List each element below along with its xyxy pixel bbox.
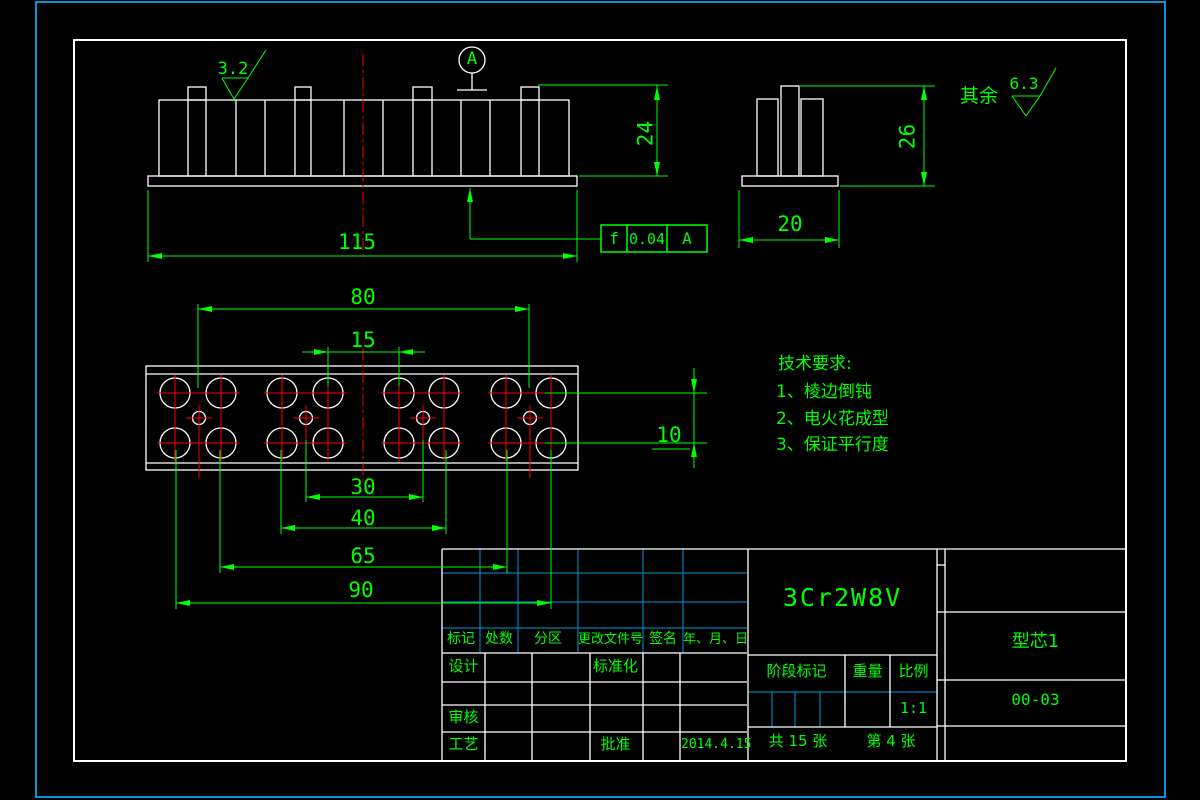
dimension-lines: [147, 49, 1057, 609]
tb-role-design: 设计: [448, 657, 479, 675]
tb-sheet-total: 共 15 张: [768, 732, 828, 750]
dim-15: 15: [350, 328, 376, 352]
dim-26: 26: [895, 123, 920, 150]
side-view-geometry: [741, 85, 839, 187]
tb-part-name: 型芯1: [1011, 631, 1060, 652]
centerlines: [157, 54, 569, 482]
datum-a-label: A: [466, 49, 478, 69]
fcf-datum: A: [682, 229, 692, 248]
tech-req-title: 技术要求:: [778, 354, 852, 374]
tb-sheet-number: 第 4 张: [866, 732, 916, 750]
roughness-rest-label: 其余: [960, 85, 999, 107]
tb-stage-mark: 阶段标记: [766, 662, 827, 680]
roughness-rest-value: 6.3: [1009, 74, 1039, 93]
tb-header-signature: 签名: [649, 631, 677, 647]
fcf-symbol: f: [609, 229, 619, 248]
tb-header-mark: 标记: [447, 631, 475, 647]
dim-65: 65: [350, 544, 376, 568]
tb-drawing-number: 00-03: [1011, 690, 1060, 709]
cad-drawing-canvas: 3.2 A 24 115 f 0.04 A 26 20 其余 6.3 80 15…: [0, 0, 1200, 800]
tb-scale-value: 1:1: [899, 699, 928, 717]
tb-role-process: 工艺: [448, 735, 479, 753]
tb-header-date: 年、月、日: [683, 632, 749, 647]
dim-20: 20: [777, 212, 803, 236]
dim-115: 115: [338, 230, 376, 254]
tech-req-item: 1、棱边倒钝: [776, 382, 872, 402]
tb-scale-label: 比例: [898, 662, 929, 680]
dim-10: 10: [656, 423, 682, 447]
dim-40: 40: [350, 506, 376, 530]
tb-header-change-file: 更改文件号: [578, 632, 644, 647]
fcf-tolerance: 0.04: [628, 230, 666, 248]
tb-role-approve: 批准: [600, 735, 631, 753]
tech-req-item: 2、电火花成型: [776, 409, 889, 429]
dim-30: 30: [350, 475, 376, 499]
dim-80: 80: [350, 285, 376, 309]
tb-material: 3Cr2W8V: [782, 583, 903, 612]
drawing-linework: [35, 1, 1166, 798]
tech-req-item: 3、保证平行度: [776, 435, 889, 455]
tb-header-zone: 分区: [534, 631, 562, 647]
title-block-grid: [441, 548, 1126, 761]
tb-approve-date: 2014.4.15: [681, 737, 752, 752]
tb-role-review: 审核: [448, 708, 479, 726]
roughness-top-value: 3.2: [217, 59, 249, 79]
dim-90: 90: [348, 578, 374, 602]
tb-weight-label: 重量: [852, 662, 883, 680]
tb-role-standardization: 标准化: [592, 657, 638, 675]
dim-24: 24: [633, 120, 658, 147]
tb-header-count: 处数: [485, 631, 513, 647]
